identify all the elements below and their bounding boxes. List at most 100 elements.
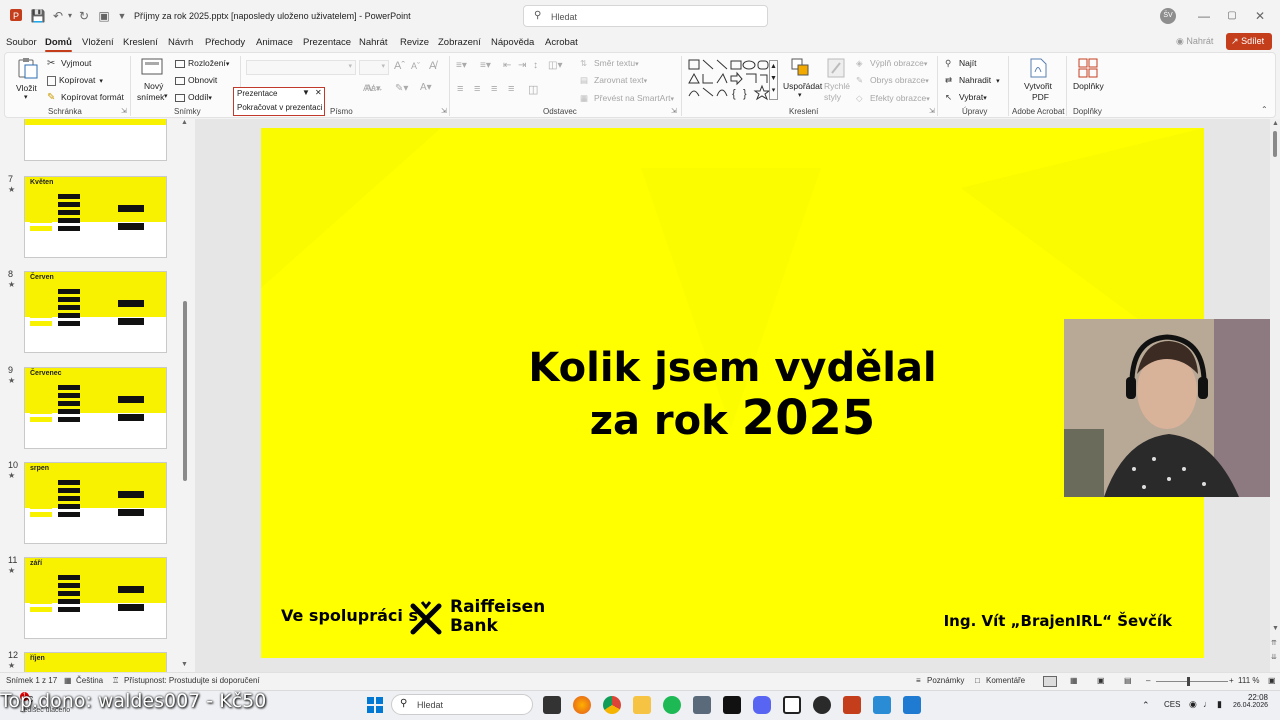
firefox-icon[interactable] — [573, 696, 591, 714]
tab-acrobat[interactable]: Acrobat — [545, 37, 578, 48]
spotify-icon[interactable] — [663, 696, 681, 714]
taskbar-search[interactable]: ⚲ Hledat — [391, 694, 533, 715]
discord-icon[interactable] — [753, 696, 771, 714]
volume-icon[interactable]: ♩ — [1203, 699, 1212, 709]
photos-icon[interactable] — [903, 696, 921, 714]
smartart-button[interactable]: ▦ Převést na SmartArt▾ — [580, 93, 674, 104]
popup-dropdown-icon[interactable]: ▼ — [302, 88, 310, 97]
slide-thumbnail[interactable] — [24, 119, 167, 161]
record-button[interactable]: ◉ Nahrát — [1176, 36, 1213, 47]
collaboration-text[interactable]: Ve spolupráci s — [281, 606, 418, 625]
tab-napoveda[interactable]: Nápověda — [491, 37, 534, 48]
shapes-gallery[interactable]: {} — [687, 58, 779, 102]
search-box[interactable]: ⚲ Hledat — [523, 5, 768, 27]
clock[interactable]: 22:08 26.04.2026 — [1228, 693, 1268, 709]
decrease-indent-icon[interactable]: ⇤ — [503, 60, 511, 71]
prev-slide-icon[interactable]: ⇈ — [1271, 639, 1277, 647]
spellcheck-icon[interactable]: ▦ — [64, 676, 72, 685]
scroll-up-icon[interactable]: ▲ — [181, 119, 188, 126]
zoom-in-icon[interactable]: + — [1229, 676, 1234, 685]
tab-prechody[interactable]: Přechody — [205, 37, 245, 48]
font-color-icon[interactable]: A▾ — [420, 82, 432, 93]
justify-icon[interactable]: ≡ — [508, 83, 514, 95]
zoom-level[interactable]: 111 % — [1238, 676, 1260, 685]
grow-font-icon[interactable]: Aˆ — [394, 60, 405, 72]
comments-button[interactable]: Komentáře — [986, 676, 1025, 685]
bullets-icon[interactable]: ≡▾ — [456, 60, 467, 71]
select-button[interactable]: ↖ Vybrat▾ — [945, 92, 987, 103]
normal-view-icon[interactable] — [1043, 676, 1057, 687]
powerpoint-taskbar-icon[interactable] — [843, 696, 861, 714]
copy-button[interactable]: Kopírovat ▾ — [47, 75, 103, 86]
chrome-icon[interactable] — [603, 696, 621, 714]
section-button[interactable]: Oddíl▾ — [175, 92, 212, 102]
align-right-icon[interactable]: ≡ — [491, 83, 497, 95]
language-status[interactable]: Čeština — [76, 676, 103, 685]
tab-prezentace[interactable]: Prezentace — [303, 37, 351, 48]
current-slide[interactable]: Kolik jsem vydělal za rok 2025 Ve spolup… — [261, 128, 1204, 658]
increase-indent-icon[interactable]: ⇥ — [518, 60, 526, 71]
scroll-up-icon[interactable]: ▲ — [1272, 120, 1279, 127]
replace-button[interactable]: ⇄ Nahradit ▾ — [945, 75, 1000, 86]
next-slide-icon[interactable]: ⇊ — [1271, 653, 1277, 661]
start-button[interactable] — [367, 697, 383, 713]
tab-nahrat[interactable]: Nahrát — [359, 37, 388, 48]
drawing-launcher-icon[interactable]: ⇲ — [929, 107, 935, 115]
text-direction-button[interactable]: ⇅ Směr textu▾ — [580, 58, 639, 69]
restore-icon[interactable]: ▢ — [1224, 8, 1240, 24]
capcut-icon[interactable] — [723, 696, 741, 714]
find-button[interactable]: ⚲ Najít — [945, 58, 976, 69]
reset-button[interactable]: Obnovit — [175, 75, 217, 85]
shape-fill-button[interactable]: ◈ Výplň obrazce▾ — [856, 58, 927, 69]
scroll-down-icon[interactable]: ▼ — [1272, 625, 1279, 632]
scroll-down-icon[interactable]: ▼ — [181, 661, 188, 668]
shape-effects-button[interactable]: ◇ Efekty obrazce▾ — [856, 93, 930, 104]
align-text-button[interactable]: ▤ Zarovnat text▾ — [580, 75, 647, 86]
share-button[interactable]: ↗ Sdílet — [1226, 33, 1272, 50]
customize-qat-icon[interactable]: ▼ — [114, 8, 130, 24]
slide-title[interactable]: Kolik jsem vydělal za rok 2025 — [261, 343, 1204, 446]
zoom-slider-thumb[interactable] — [1187, 677, 1190, 686]
calculator-icon[interactable] — [693, 696, 711, 714]
save-icon[interactable]: 💾 — [30, 8, 46, 24]
taskview-icon[interactable] — [543, 696, 561, 714]
notes-button[interactable]: Poznámky — [927, 676, 964, 685]
clear-format-icon[interactable]: A̸ — [429, 60, 436, 72]
scroll-thumb[interactable] — [1273, 131, 1277, 157]
slide-thumbnail-cervenec[interactable]: Červenec — [24, 367, 167, 449]
font-size-select[interactable]: ▾ — [359, 60, 389, 75]
shape-outline-button[interactable]: ✎ Obrys obrazce▾ — [856, 75, 929, 86]
thumbnails-scrollbar[interactable]: ▲ ▼ — [181, 119, 189, 672]
shapes-more-icon[interactable]: ▲ ▼ ▾ — [769, 60, 778, 100]
tab-vlozeni[interactable]: Vložení — [82, 37, 114, 48]
addins-button[interactable]: Doplňky — [1070, 56, 1106, 104]
present-icon[interactable]: ▣ — [96, 8, 112, 24]
close-icon[interactable]: ✕ — [1252, 8, 1268, 24]
slide-thumbnail-rijen[interactable]: říjen — [24, 652, 167, 672]
tab-domu[interactable]: Domů — [45, 37, 72, 52]
slideshow-icon[interactable]: ▤ — [1124, 676, 1132, 685]
paste-button[interactable]: Vložit ▾ — [14, 56, 40, 102]
unity-icon[interactable] — [783, 696, 801, 714]
notepad-icon[interactable] — [873, 696, 891, 714]
minimize-icon[interactable]: — — [1196, 8, 1212, 24]
font-family-select[interactable]: ▾ — [246, 60, 356, 75]
columns-icon[interactable]: ◫▾ — [548, 60, 562, 71]
collapse-ribbon-icon[interactable]: ⌃ — [1261, 105, 1268, 114]
slide-thumbnail-cerven[interactable]: Červen — [24, 271, 167, 353]
author-text[interactable]: Ing. Vít „BrajenIRL“ Ševčík — [944, 612, 1172, 630]
col-icon[interactable]: ◫ — [528, 83, 538, 96]
numbering-icon[interactable]: ≡▾ — [480, 60, 491, 71]
slide-sorter-icon[interactable]: ▦ — [1070, 676, 1078, 685]
zoom-out-icon[interactable]: – — [1146, 676, 1150, 685]
paragraph-launcher-icon[interactable]: ⇲ — [671, 107, 677, 115]
battery-icon[interactable]: ▮ — [1217, 699, 1222, 710]
fit-to-window-icon[interactable]: ▣ — [1268, 676, 1276, 685]
tab-soubor[interactable]: Soubor — [6, 37, 37, 48]
format-painter-button[interactable]: ✎ Kopírovat formát — [47, 92, 124, 103]
tab-navrh[interactable]: Návrh — [168, 37, 193, 48]
quick-styles-button[interactable]: Rychlé styly — [822, 56, 852, 104]
tray-language[interactable]: CES — [1164, 700, 1180, 709]
tray-overflow-icon[interactable]: ⌃ — [1142, 700, 1150, 711]
tab-kresleni[interactable]: Kreslení — [123, 37, 158, 48]
